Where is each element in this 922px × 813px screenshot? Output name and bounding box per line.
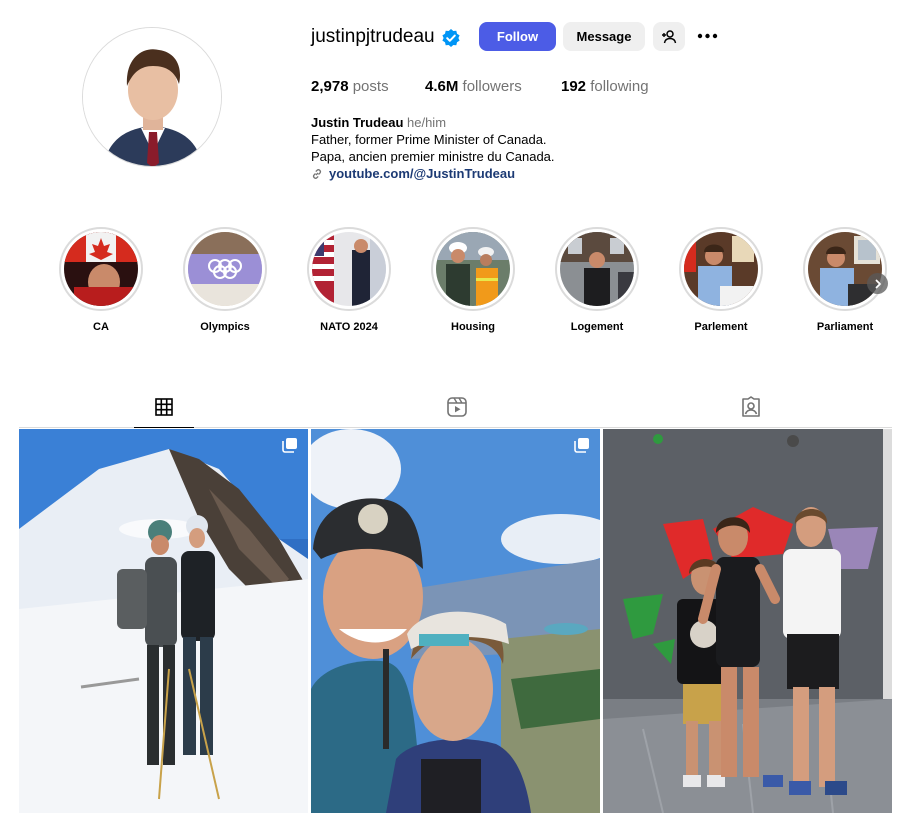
profile-pronouns: he/him bbox=[407, 115, 447, 130]
highlight-label: Parliament bbox=[816, 321, 874, 333]
posts-count-label: posts bbox=[352, 78, 389, 95]
more-options-icon[interactable] bbox=[696, 28, 720, 44]
following-count[interactable]: 192 following bbox=[561, 78, 649, 96]
bio-line: Father, former Prime Minister of Canada. bbox=[311, 132, 547, 147]
following-count-label: following bbox=[590, 78, 649, 95]
highlight-logement[interactable]: Logement bbox=[555, 227, 639, 333]
following-count-value: 192 bbox=[561, 78, 587, 95]
highlight-label: CA bbox=[93, 321, 109, 333]
profile-link[interactable]: youtube.com/@JustinTrudeau bbox=[311, 166, 515, 181]
highlight-nato-2024[interactable]: NATO 2024 bbox=[307, 227, 391, 333]
highlight-label: Logement bbox=[570, 321, 624, 333]
message-button[interactable]: Message bbox=[563, 22, 645, 51]
bio-line: Papa, ancien premier ministre du Canada. bbox=[311, 149, 555, 164]
link-icon bbox=[312, 168, 322, 179]
followers-count-label: followers bbox=[462, 78, 522, 95]
suggested-accounts-button[interactable] bbox=[653, 22, 685, 51]
highlight-housing[interactable]: Housing bbox=[431, 227, 515, 333]
highlight-label: Housing bbox=[451, 321, 495, 333]
verified-badge-icon bbox=[441, 28, 461, 53]
highlight-cover-image bbox=[188, 232, 262, 306]
highlight-cover-image bbox=[684, 232, 758, 306]
grid-icon bbox=[155, 398, 173, 416]
highlight-cover-image bbox=[436, 232, 510, 306]
add-person-icon bbox=[662, 29, 677, 43]
profile-avatar[interactable] bbox=[82, 27, 222, 167]
post-image bbox=[603, 429, 892, 813]
reels-icon bbox=[447, 397, 467, 417]
post-thumbnail-climbing[interactable] bbox=[603, 429, 892, 813]
highlight-cover-image bbox=[808, 232, 882, 306]
highlight-cover-image bbox=[560, 232, 634, 306]
highlights-next-button[interactable] bbox=[867, 273, 888, 294]
tab-reels[interactable] bbox=[427, 394, 487, 428]
post-image bbox=[311, 429, 600, 813]
profile-full-name: Justin Trudeau bbox=[311, 115, 404, 130]
profile-username: justinpjtrudeau bbox=[311, 26, 435, 47]
followers-count[interactable]: 4.6M followers bbox=[425, 78, 522, 96]
post-image bbox=[19, 429, 308, 813]
chevron-right-icon bbox=[875, 279, 881, 288]
highlight-parliament[interactable]: Parliament bbox=[803, 227, 887, 333]
follow-button[interactable]: Follow bbox=[479, 22, 556, 51]
highlight-label: Parlement bbox=[694, 321, 748, 333]
post-thumbnail-mountain[interactable] bbox=[19, 429, 308, 813]
multi-image-icon bbox=[282, 437, 298, 453]
highlight-cover-image bbox=[312, 232, 386, 306]
highlight-ca[interactable]: CA bbox=[59, 227, 143, 333]
posts-count: 2,978 posts bbox=[311, 78, 389, 96]
followers-count-value: 4.6M bbox=[425, 78, 459, 95]
highlight-label: Olympics bbox=[200, 321, 250, 333]
posts-count-value: 2,978 bbox=[311, 78, 349, 95]
tab-tagged[interactable] bbox=[721, 394, 781, 428]
highlight-parlement[interactable]: Parlement bbox=[679, 227, 763, 333]
highlight-label: NATO 2024 bbox=[320, 321, 378, 333]
highlight-cover-image bbox=[64, 232, 138, 306]
profile-link-text: youtube.com/@JustinTrudeau bbox=[329, 166, 516, 181]
tagged-icon bbox=[742, 396, 760, 417]
tab-posts[interactable] bbox=[134, 394, 194, 428]
multi-image-icon bbox=[574, 437, 590, 453]
highlight-olympics[interactable]: Olympics bbox=[183, 227, 267, 333]
post-thumbnail-selfie[interactable] bbox=[311, 429, 600, 813]
